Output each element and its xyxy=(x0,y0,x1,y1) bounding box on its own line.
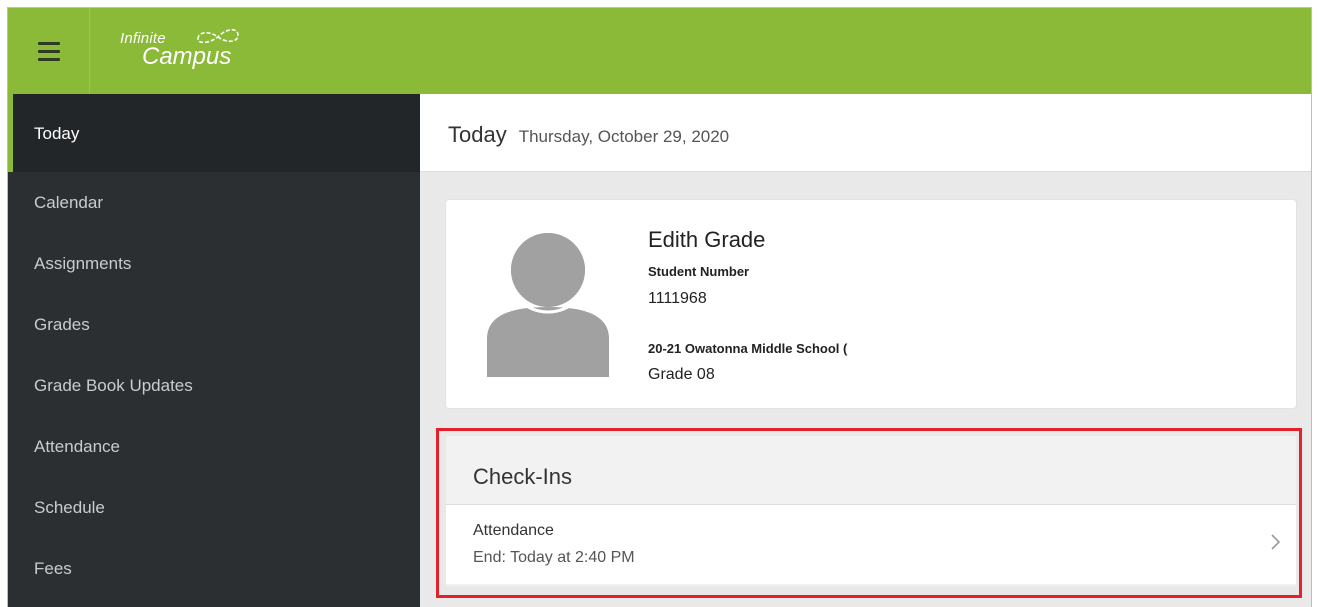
sidebar-item-fees[interactable]: Fees xyxy=(8,538,420,599)
page-date: Thursday, October 29, 2020 xyxy=(518,127,730,146)
student-school: 20-21 Owatonna Middle School ( xyxy=(648,341,848,356)
hamburger-menu-icon xyxy=(37,41,60,45)
person-avatar-icon xyxy=(487,233,609,377)
sidebar-item-label: Calendar xyxy=(34,192,103,212)
sidebar-item-label: Today xyxy=(34,124,80,143)
page-header: Today Thursday, October 29, 2020 xyxy=(420,94,1311,172)
student-info: Edith Grade Student Number 1111968 20-21… xyxy=(648,227,847,383)
checkin-item-attendance[interactable]: Attendance End: Today at 2:40 PM xyxy=(446,504,1296,584)
top-header: Infinite Campus xyxy=(8,8,1311,94)
checkin-item-title: Attendance xyxy=(473,522,554,539)
sidebar-item-assignments[interactable]: Assignments xyxy=(8,233,420,294)
app-window: Infinite Campus Today Calendar Assignmen… xyxy=(7,7,1312,607)
checkin-item-subtitle: End: Today at 2:40 PM xyxy=(473,549,635,566)
student-grade: Grade 08 xyxy=(648,366,715,383)
checkins-title: Check-Ins xyxy=(473,464,573,489)
menu-button[interactable] xyxy=(8,8,90,94)
sidebar-item-grades[interactable]: Grades xyxy=(8,294,420,355)
student-name: Edith Grade xyxy=(648,227,766,252)
sidebar-item-schedule[interactable]: Schedule xyxy=(8,477,420,538)
sidebar-item-label: Grade Book Updates xyxy=(34,375,193,395)
hamburger-menu-icon-bar xyxy=(37,49,60,53)
sidebar-item-label: Schedule xyxy=(34,497,105,517)
main-content: Today Thursday, October 29, 2020 Edith G… xyxy=(420,94,1311,607)
sidebar-item-calendar[interactable]: Calendar xyxy=(8,172,420,233)
sidebar-nav: Today Calendar Assignments Grades Grade … xyxy=(8,94,420,607)
sidebar-item-label: Assignments xyxy=(34,253,132,273)
sidebar-item-grade-book-updates[interactable]: Grade Book Updates xyxy=(8,355,420,416)
sidebar-item-label: Grades xyxy=(34,314,90,334)
checkins-section: Check-Ins Attendance End: Today at 2:40 … xyxy=(446,436,1296,586)
hamburger-menu-icon-bar xyxy=(37,57,60,61)
sidebar-item-label: Fees xyxy=(34,558,72,578)
infinite-campus-logo[interactable]: Infinite Campus xyxy=(116,24,256,78)
sidebar-item-label: Attendance xyxy=(34,436,121,456)
page-title: Today xyxy=(448,122,507,147)
sidebar-item-today[interactable]: Today xyxy=(8,94,420,172)
chevron-right-icon xyxy=(1271,534,1281,550)
student-number: 1111968 xyxy=(648,290,707,307)
student-card: Edith Grade Student Number 1111968 20-21… xyxy=(446,200,1296,408)
student-number-label: Student Number xyxy=(648,264,750,279)
sidebar-item-attendance[interactable]: Attendance xyxy=(8,416,420,477)
infinity-logo-icon xyxy=(197,28,239,44)
